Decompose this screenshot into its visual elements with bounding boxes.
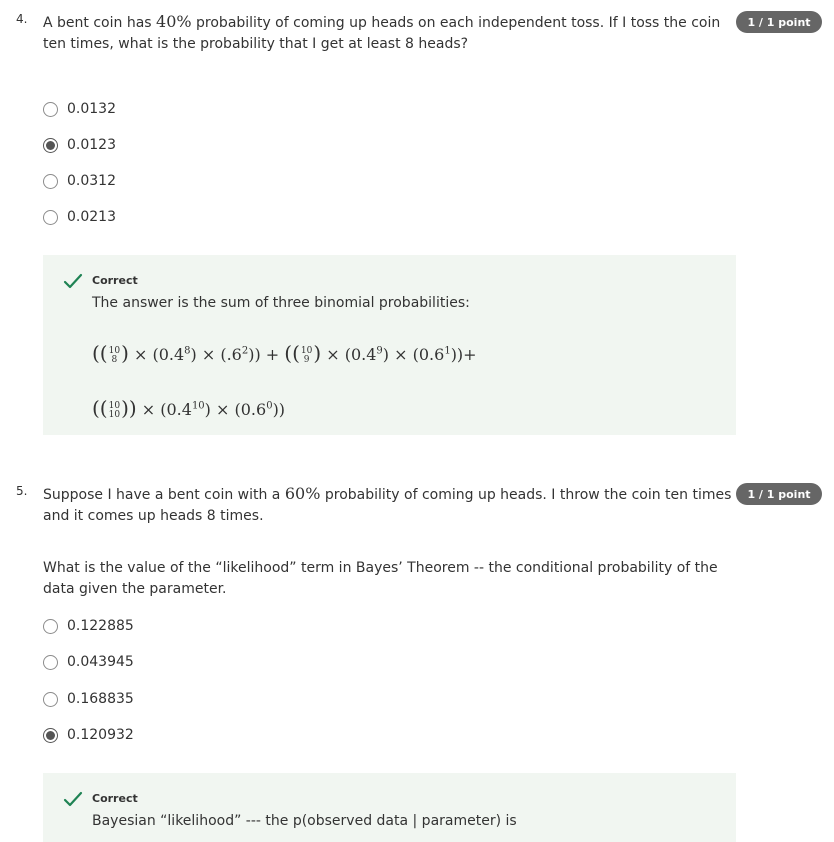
feedback-text: The answer is the sum of three binomial …	[92, 295, 470, 311]
question-percent: 60%	[284, 484, 321, 503]
option-label: 0.168835	[67, 691, 134, 707]
option-label: 0.0312	[67, 173, 116, 189]
feedback-title: Correct	[92, 792, 138, 805]
points-badge: 1 / 1 point	[736, 11, 822, 33]
option-label: 0.122885	[67, 618, 134, 634]
option-radio[interactable]: 0.0123	[43, 135, 116, 155]
option-radio[interactable]: 0.0132	[43, 99, 116, 119]
feedback-panel: Correct Bayesian “likelihood” --- the p(…	[43, 773, 736, 842]
question-number: 4.	[16, 12, 28, 26]
radio-button[interactable]	[43, 101, 58, 117]
points-badge: 1 / 1 point	[736, 483, 822, 505]
question-subtext: What is the value of the “likelihood” te…	[43, 560, 718, 597]
radio-button[interactable]	[43, 654, 58, 670]
option-label: 0.120932	[67, 727, 134, 743]
radio-button[interactable]	[43, 618, 58, 634]
radio-button[interactable]	[43, 691, 58, 707]
radio-button-selected[interactable]	[43, 727, 58, 743]
question-text-part: Suppose I have a bent coin with a	[43, 487, 285, 503]
feedback-title: Correct	[92, 274, 138, 287]
question-number: 5.	[16, 484, 28, 498]
question-text: Suppose I have a bent coin with a 60% pr…	[43, 483, 733, 527]
check-icon	[63, 791, 83, 807]
option-radio[interactable]: 0.0312	[43, 171, 116, 191]
option-radio[interactable]: 0.0213	[43, 207, 116, 227]
option-label: 0.0123	[67, 137, 116, 153]
option-radio[interactable]: 0.120932	[43, 725, 134, 745]
check-icon	[63, 273, 83, 289]
option-label: 0.043945	[67, 654, 134, 670]
option-radio[interactable]: 0.122885	[43, 616, 134, 636]
binomial-formula-line-1: ((10 8) × (0.48) × (.62)) + ((10 9) × (0.4…	[92, 341, 477, 365]
question-text: A bent coin has 40% probability of comin…	[43, 11, 733, 55]
binomial-formula-line-2: ((10 10)) × (0.410) × (0.60))	[92, 396, 286, 420]
feedback-text: Bayesian “likelihood” --- the p(observed…	[92, 813, 517, 829]
radio-button[interactable]	[43, 173, 58, 189]
option-label: 0.0213	[67, 209, 116, 225]
feedback-panel: Correct The answer is the sum of three b…	[43, 255, 736, 435]
question-text-part: A bent coin has	[43, 15, 157, 31]
radio-button[interactable]	[43, 209, 58, 225]
radio-button-selected[interactable]	[43, 137, 58, 153]
option-label: 0.0132	[67, 101, 116, 117]
option-radio[interactable]: 0.043945	[43, 652, 134, 672]
question-percent: 40%	[156, 12, 192, 31]
option-radio[interactable]: 0.168835	[43, 689, 134, 709]
